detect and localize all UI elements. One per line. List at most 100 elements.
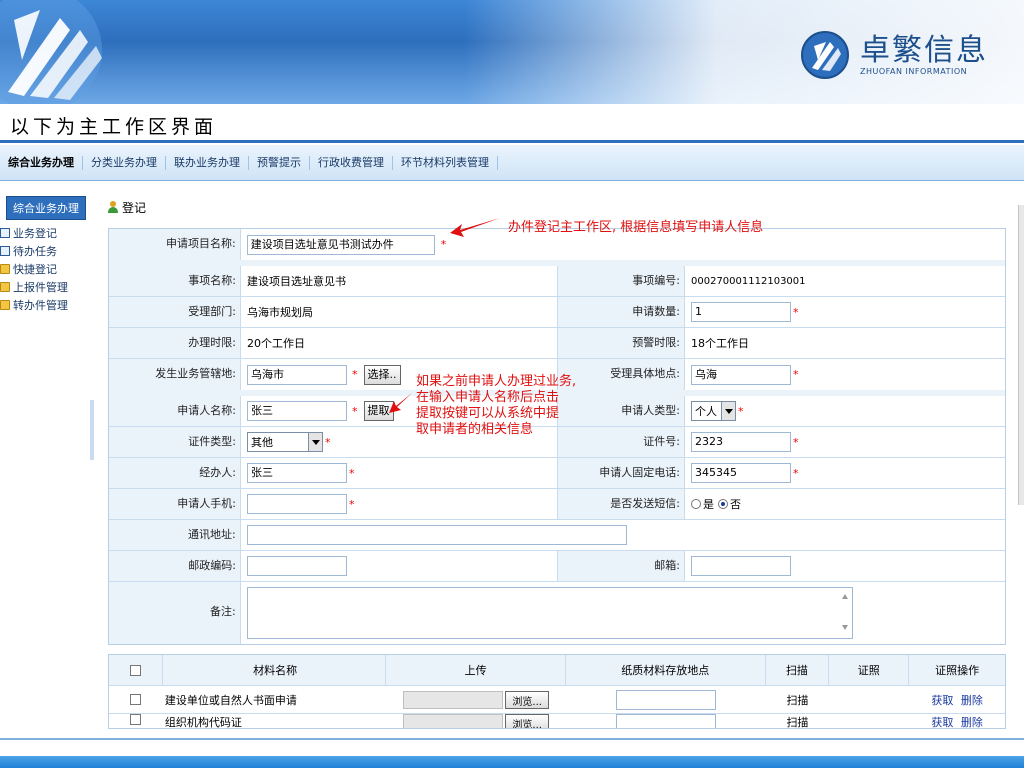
place-input[interactable]: 乌海 (691, 364, 791, 385)
sms-label: 是否发送短信: (557, 489, 685, 519)
qty-label: 申请数量: (557, 297, 685, 327)
qty-input[interactable]: 1 (691, 302, 791, 322)
limit-label: 办理时限: (109, 328, 241, 358)
slide-caption: 以下为主工作区界面 (10, 116, 218, 138)
top-nav: 综合业务办理 分类业务办理 联办业务办理 预警提示 行政收费管理 环节材料列表管… (0, 145, 1024, 181)
required-marker: * (793, 435, 799, 449)
nav-item-warning[interactable]: 预警提示 (249, 155, 310, 170)
applicant-type-label: 申请人类型: (557, 396, 685, 426)
user-icon (108, 201, 118, 213)
limit-value: 20个工作日 (247, 337, 305, 350)
annotation-fetch-line-1: 如果之前申请人办理过业务, (416, 374, 577, 389)
required-marker: * (738, 404, 744, 418)
region-input[interactable]: 乌海市 (247, 364, 347, 385)
address-input[interactable] (246, 525, 627, 545)
col-header-license-op: 证照操作 (935, 663, 980, 677)
phone-input[interactable]: 345345 (691, 463, 791, 483)
item-name-input[interactable]: 建设项目选址意见书测试办件 (246, 234, 435, 255)
mobile-label: 申请人手机: (109, 489, 241, 519)
select-region-button[interactable]: 选择.. (363, 364, 401, 385)
sidebar-item-transferred[interactable]: 转办件管理 (0, 296, 92, 314)
mobile-input[interactable] (247, 494, 347, 514)
sidebar-item-quick[interactable]: 快捷登记 (0, 260, 92, 278)
scan-link[interactable]: 扫描 (766, 692, 830, 708)
paper-location-input[interactable] (615, 714, 716, 728)
applicant-type-select[interactable]: 个人 (691, 401, 736, 421)
annotation-arrow-icon (389, 393, 412, 413)
required-marker: * (793, 305, 799, 319)
file-path-field[interactable] (403, 690, 504, 709)
cert-no-label: 证件号: (557, 427, 685, 457)
brand-logo: 卓繁信息 ZHUOFAN INFORMATION (800, 30, 988, 80)
sidebar-splitter[interactable] (90, 400, 94, 460)
nav-item-materials[interactable]: 环节材料列表管理 (393, 155, 498, 170)
sidebar-header[interactable]: 综合业务办理 (6, 196, 86, 220)
table-row: 建设单位或自然人书面申请 浏览... 扫描 获取 删除 (109, 686, 1005, 714)
required-marker: * (793, 368, 799, 381)
nav-item-category[interactable]: 分类业务办理 (83, 155, 166, 170)
item-name-label: 申请项目名称: (109, 229, 241, 260)
file-path-field[interactable] (403, 714, 504, 728)
page-scrollbar[interactable] (1018, 205, 1024, 505)
remark-textarea[interactable] (246, 587, 853, 639)
row-checkbox[interactable] (130, 714, 142, 725)
select-all-checkbox[interactable] (129, 664, 141, 676)
applicant-label: 申请人名称: (109, 396, 241, 426)
browse-button[interactable]: 浏览... (505, 714, 549, 728)
materials-table: 材料名称 上传 纸质材料存放地点 扫描 证照 证照操作 建设单位或自然人书面申请… (108, 654, 1006, 729)
scan-link[interactable]: 扫描 (766, 714, 830, 728)
sidebar-item-reported[interactable]: 上报件管理 (0, 278, 92, 296)
required-marker: * (325, 435, 331, 449)
nav-item-general[interactable]: 综合业务办理 (0, 155, 83, 170)
chevron-down-icon (308, 433, 322, 451)
sms-yes-radio[interactable] (691, 499, 701, 509)
remark-scrollbar[interactable] (838, 588, 852, 638)
document-icon (0, 228, 10, 238)
folder-icon (0, 264, 10, 274)
delete-license-link[interactable]: 删除 (961, 716, 983, 728)
agent-input[interactable]: 张三 (247, 463, 347, 483)
required-marker: * (793, 466, 799, 480)
delete-license-link[interactable]: 删除 (961, 694, 983, 707)
browse-button[interactable]: 浏览... (505, 690, 549, 709)
paper-location-input[interactable] (615, 689, 716, 710)
row-checkbox[interactable] (130, 694, 142, 705)
annotation-fetch-line-3: 提取按键可以从系统中提 (416, 406, 560, 421)
footer-divider (0, 738, 1024, 740)
get-license-link[interactable]: 获取 (931, 694, 953, 707)
sms-no-radio[interactable] (718, 499, 728, 509)
material-name: 组织机构代码证 (164, 716, 242, 728)
annotation-main-area: 办件登记主工作区, 根据信息填写申请人信息 (508, 220, 764, 235)
zip-input[interactable] (247, 556, 347, 576)
get-license-link[interactable]: 获取 (931, 716, 953, 728)
brand-name-cn: 卓繁信息 (860, 32, 988, 68)
registration-form: 申请项目名称: 建设项目选址意见书测试办件 * 事项名称: 建设项目选址意见书 … (108, 228, 1006, 645)
required-marker: * (440, 238, 447, 251)
place-label: 受理具体地点: (557, 359, 685, 390)
document-icon (0, 246, 10, 256)
brand-name-en: ZHUOFAN INFORMATION (860, 66, 968, 76)
nav-item-fees[interactable]: 行政收费管理 (310, 155, 393, 170)
sidebar: 综合业务办理 业务登记 待办任务 快捷登记 上报件管理 转办件管理 (0, 192, 92, 732)
annotation-fetch-line-2: 在输入申请人名称后点击 (416, 390, 560, 405)
table-header: 材料名称 上传 纸质材料存放地点 扫描 证照 证照操作 (109, 654, 1005, 686)
email-input[interactable] (691, 556, 791, 576)
sidebar-item-todo[interactable]: 待办任务 (0, 242, 92, 260)
cert-no-input[interactable]: 2323 (691, 432, 791, 452)
chevron-down-icon (721, 402, 735, 420)
applicant-input[interactable]: 张三 (247, 401, 347, 421)
email-label: 邮箱: (557, 551, 685, 581)
sidebar-item-register[interactable]: 业务登记 (0, 224, 92, 242)
nav-item-joint[interactable]: 联办业务办理 (166, 155, 249, 170)
cert-type-label: 证件类型: (109, 427, 241, 457)
matter-name-label: 事项名称: (109, 266, 241, 296)
caption-divider (0, 140, 1024, 143)
annotation-arrow-icon (450, 218, 500, 237)
required-marker: * (349, 466, 355, 480)
cert-type-select[interactable]: 其他 (247, 432, 323, 452)
sms-yes-label: 是 (703, 498, 714, 511)
logo-swoosh-icon (0, 0, 102, 104)
zip-label: 邮政编码: (109, 551, 241, 581)
col-header-license: 证照 (829, 654, 910, 686)
footer-bar (0, 756, 1024, 768)
